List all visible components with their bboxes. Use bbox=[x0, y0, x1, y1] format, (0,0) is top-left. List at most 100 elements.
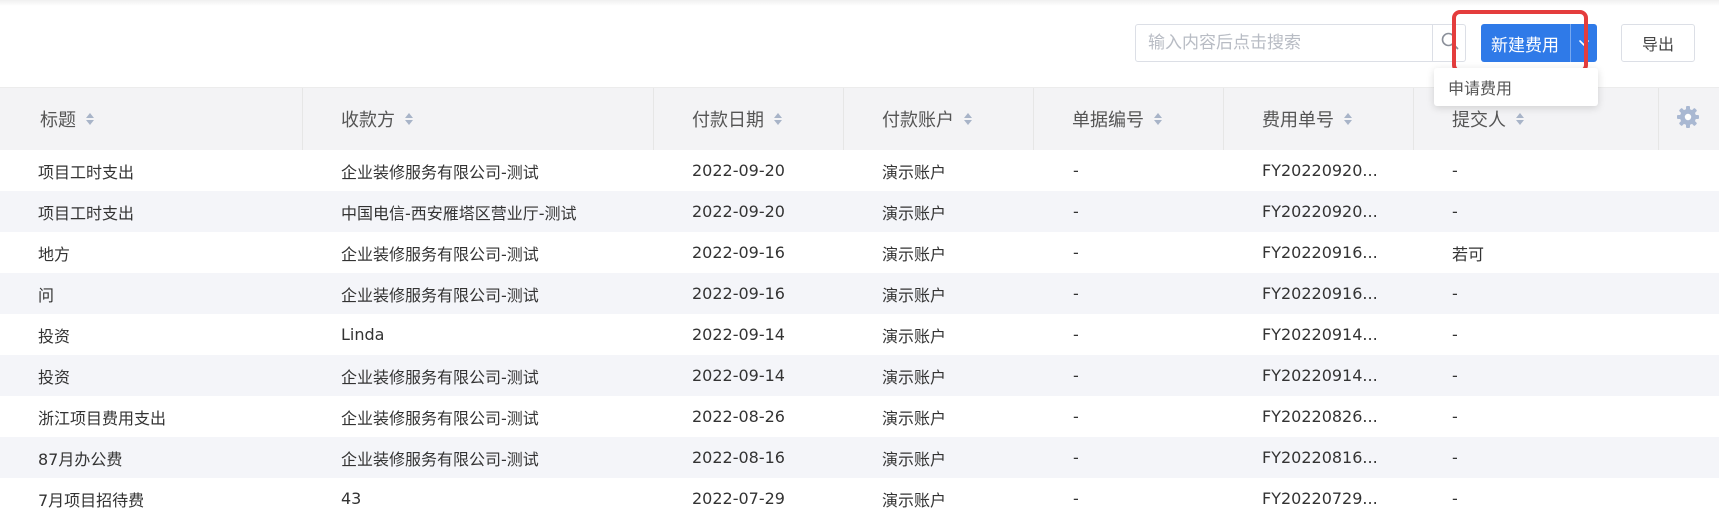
cell-submitter: 若可 bbox=[1452, 244, 1485, 264]
table-row[interactable]: 问 企业装修服务有限公司-测试 2022-09-16 演示账户 - FY20220916.… bbox=[0, 273, 1719, 314]
cell-payee: 企业装修服务有限公司-测试 bbox=[341, 367, 539, 387]
table-row[interactable]: 7月项目招待费 43 2022-07-29 演示账户 - FY20220729... - bbox=[0, 478, 1719, 519]
cell-payment-account: 演示账户 bbox=[882, 285, 947, 305]
cell-payment-date: 2022-08-26 bbox=[692, 407, 785, 426]
column-separator bbox=[1223, 88, 1224, 150]
cell-submitter: - bbox=[1452, 366, 1458, 385]
cell-expense-number: FY20220920... bbox=[1262, 202, 1378, 221]
cell-expense-number: FY20220729... bbox=[1262, 489, 1378, 508]
table-row[interactable]: 地方 企业装修服务有限公司-测试 2022-09-16 演示账户 - FY20220916… bbox=[0, 232, 1719, 273]
cell-payee: Linda bbox=[341, 325, 385, 344]
column-header-payment-account[interactable]: 付款账户 bbox=[882, 88, 972, 150]
sort-icon[interactable] bbox=[964, 113, 972, 125]
search-input[interactable] bbox=[1136, 25, 1431, 61]
cell-payee: 企业装修服务有限公司-测试 bbox=[341, 244, 539, 264]
sort-icon[interactable] bbox=[86, 113, 94, 125]
cell-title: 地方 bbox=[38, 244, 71, 264]
cell-payment-account: 演示账户 bbox=[882, 326, 947, 346]
column-header-title[interactable]: 标题 bbox=[40, 88, 94, 150]
table-row[interactable]: 87月办公费 企业装修服务有限公司-测试 2022-08-16 演示账户 - FY2022… bbox=[0, 437, 1719, 478]
cell-payment-account: 演示账户 bbox=[882, 162, 947, 182]
cell-expense-number: FY20220826... bbox=[1262, 407, 1378, 426]
new-expense-dropdown: 申请费用 bbox=[1434, 68, 1598, 106]
table-row[interactable]: 项目工时支出 企业装修服务有限公司-测试 2022-09-20 演示账户 - FY2022… bbox=[0, 150, 1719, 191]
cell-expense-number: FY20220916... bbox=[1262, 284, 1378, 303]
header-label: 标题 bbox=[40, 110, 76, 131]
cell-expense-number: FY20220914... bbox=[1262, 366, 1378, 385]
header-label: 付款日期 bbox=[692, 110, 764, 131]
cell-payee: 中国电信-西安雁塔区营业厅-测试 bbox=[341, 203, 577, 223]
cell-payee: 43 bbox=[341, 489, 362, 508]
cell-expense-number: FY20220816... bbox=[1262, 448, 1378, 467]
cell-document-number: - bbox=[1073, 489, 1079, 508]
cell-payment-date: 2022-09-16 bbox=[692, 243, 785, 262]
sort-icon[interactable] bbox=[774, 113, 782, 125]
cell-document-number: - bbox=[1073, 366, 1079, 385]
cell-payment-date: 2022-09-14 bbox=[692, 366, 785, 385]
column-separator bbox=[843, 88, 844, 150]
chevron-down-icon[interactable] bbox=[1571, 39, 1597, 47]
cell-title: 投资 bbox=[38, 326, 71, 346]
cell-title: 问 bbox=[38, 285, 55, 305]
table-row[interactable]: 浙江项目费用支出 企业装修服务有限公司-测试 2022-08-26 演示账户 - FY20… bbox=[0, 396, 1719, 437]
column-separator bbox=[1413, 88, 1414, 150]
menu-item-apply-expense[interactable]: 申请费用 bbox=[1448, 68, 1512, 106]
cell-payment-date: 2022-09-16 bbox=[692, 284, 785, 303]
column-header-payment-date[interactable]: 付款日期 bbox=[692, 88, 782, 150]
cell-title: 项目工时支出 bbox=[38, 162, 135, 182]
cell-document-number: - bbox=[1073, 448, 1079, 467]
column-header-payee[interactable]: 收款方 bbox=[341, 88, 413, 150]
header-label: 单据编号 bbox=[1072, 110, 1144, 131]
cell-payment-date: 2022-09-14 bbox=[692, 325, 785, 344]
menu-item-label: 申请费用 bbox=[1448, 79, 1513, 98]
cell-document-number: - bbox=[1073, 202, 1079, 221]
column-separator bbox=[653, 88, 654, 150]
cell-title: 项目工时支出 bbox=[38, 203, 135, 223]
cell-submitter: - bbox=[1452, 407, 1458, 426]
cell-title: 浙江项目费用支出 bbox=[38, 408, 167, 428]
search-button[interactable] bbox=[1432, 25, 1467, 61]
cell-payee: 企业装修服务有限公司-测试 bbox=[341, 162, 539, 182]
cell-payment-account: 演示账户 bbox=[882, 449, 947, 469]
table-row[interactable]: 项目工时支出 中国电信-西安雁塔区营业厅-测试 2022-09-20 演示账户 - FY2… bbox=[0, 191, 1719, 232]
cell-submitter: - bbox=[1452, 448, 1458, 467]
sort-icon[interactable] bbox=[1344, 113, 1352, 125]
table-row[interactable]: 投资 Linda 2022-09-14 演示账户 - FY20220914... - bbox=[0, 314, 1719, 355]
new-expense-button[interactable]: 新建费用 bbox=[1481, 24, 1597, 62]
cell-payment-date: 2022-09-20 bbox=[692, 202, 785, 221]
cell-payment-account: 演示账户 bbox=[882, 244, 947, 264]
header-label: 付款账户 bbox=[882, 110, 954, 131]
cell-expense-number: FY20220920... bbox=[1262, 161, 1378, 180]
cell-payment-date: 2022-07-29 bbox=[692, 489, 785, 508]
table-row[interactable]: 投资 企业装修服务有限公司-测试 2022-09-14 演示账户 - FY20220914… bbox=[0, 355, 1719, 396]
column-header-expense-number[interactable]: 费用单号 bbox=[1262, 88, 1352, 150]
column-separator bbox=[1033, 88, 1034, 150]
gear-icon[interactable] bbox=[1676, 105, 1700, 133]
top-divider bbox=[0, 0, 1719, 6]
cell-payment-account: 演示账户 bbox=[882, 203, 947, 223]
cell-submitter: - bbox=[1452, 325, 1458, 344]
cell-payment-account: 演示账户 bbox=[882, 367, 947, 387]
export-button[interactable]: 导出 bbox=[1621, 24, 1695, 62]
cell-title: 87月办公费 bbox=[38, 449, 123, 469]
new-expense-label: 新建费用 bbox=[1491, 35, 1559, 56]
header-label: 费用单号 bbox=[1262, 110, 1334, 131]
column-separator bbox=[1658, 88, 1659, 150]
column-header-document-number[interactable]: 单据编号 bbox=[1072, 88, 1162, 150]
cell-expense-number: FY20220914... bbox=[1262, 325, 1378, 344]
cell-payee: 企业装修服务有限公司-测试 bbox=[341, 449, 539, 469]
cell-payment-account: 演示账户 bbox=[882, 408, 947, 428]
sort-icon[interactable] bbox=[405, 113, 413, 125]
cell-document-number: - bbox=[1073, 243, 1079, 262]
sort-icon[interactable] bbox=[1154, 113, 1162, 125]
header-label: 收款方 bbox=[341, 110, 395, 131]
export-label: 导出 bbox=[1641, 35, 1674, 54]
cell-submitter: - bbox=[1452, 284, 1458, 303]
cell-document-number: - bbox=[1073, 407, 1079, 426]
cell-payee: 企业装修服务有限公司-测试 bbox=[341, 408, 539, 428]
cell-document-number: - bbox=[1073, 161, 1079, 180]
search-icon bbox=[1441, 32, 1459, 54]
sort-icon[interactable] bbox=[1516, 113, 1524, 125]
search-box bbox=[1135, 24, 1466, 62]
cell-document-number: - bbox=[1073, 284, 1079, 303]
